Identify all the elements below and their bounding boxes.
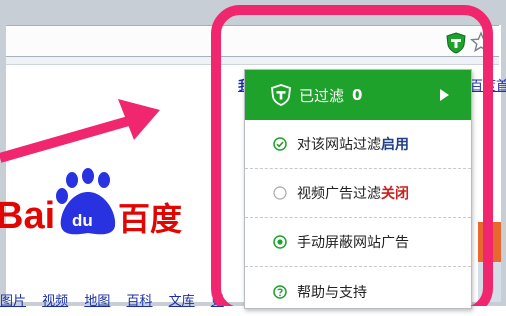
nav-link[interactable]: 视频: [42, 294, 68, 309]
baidu-logo[interactable]: Bai du 百度: [0, 168, 200, 248]
shield-icon[interactable]: [446, 32, 466, 54]
check-circle-icon: [273, 137, 287, 151]
menu-item-video-filter[interactable]: 视频广告过滤关闭: [245, 169, 471, 218]
menu-item-label: 对该网站过滤启用: [297, 137, 409, 153]
nav-link[interactable]: 文库: [169, 294, 195, 309]
star-icon[interactable]: [470, 31, 492, 53]
annotation-arrow-line: [0, 115, 134, 163]
nav-link[interactable]: 百科: [126, 294, 152, 309]
eye-icon: [273, 235, 287, 249]
bookmarks-strip: [6, 57, 499, 65]
side-banner-lower: [478, 262, 501, 302]
address-bar[interactable]: [6, 25, 499, 57]
menu-item-label: 视频广告过滤关闭: [297, 186, 409, 202]
adblock-popup-menu: 已过滤 0 对该网站过滤启用 视频广告过滤关闭 手动屏蔽网站广告 帮助与支持: [244, 69, 472, 309]
menu-item-help[interactable]: 帮助与支持: [245, 267, 471, 316]
menu-item-site-filter[interactable]: 对该网站过滤启用: [245, 120, 471, 169]
menu-item-label: 手动屏蔽网站广告: [297, 235, 409, 251]
logo-left-text: Bai: [0, 195, 55, 237]
bottom-nav: 图片 视频 地图 百科 文库 更: [0, 290, 260, 309]
nav-link[interactable]: 地图: [84, 294, 110, 309]
logo-right-text: 百度: [118, 200, 182, 238]
nav-link[interactable]: 更: [211, 294, 224, 309]
play-arrow-icon: [440, 89, 449, 101]
nav-link[interactable]: 图片: [0, 294, 26, 309]
empty-circle-icon: [273, 186, 287, 200]
window-frame-right: [501, 0, 506, 306]
top-link-home[interactable]: 百度首页: [470, 75, 506, 94]
logo-middle-text: du: [72, 211, 93, 230]
status-enabled: 启用: [381, 137, 409, 153]
annotation-arrow-head: [118, 99, 160, 140]
filtered-count: 0: [352, 86, 363, 104]
window-frame-top: [0, 0, 506, 25]
filtered-label: 已过滤: [299, 86, 345, 105]
question-circle-icon: [273, 284, 287, 299]
menu-item-label: 帮助与支持: [297, 284, 367, 301]
shield-icon: [271, 84, 291, 106]
filtered-count-header[interactable]: 已过滤 0: [245, 70, 471, 120]
menu-item-manual-block[interactable]: 手动屏蔽网站广告: [245, 218, 471, 267]
status-disabled: 关闭: [381, 186, 409, 202]
